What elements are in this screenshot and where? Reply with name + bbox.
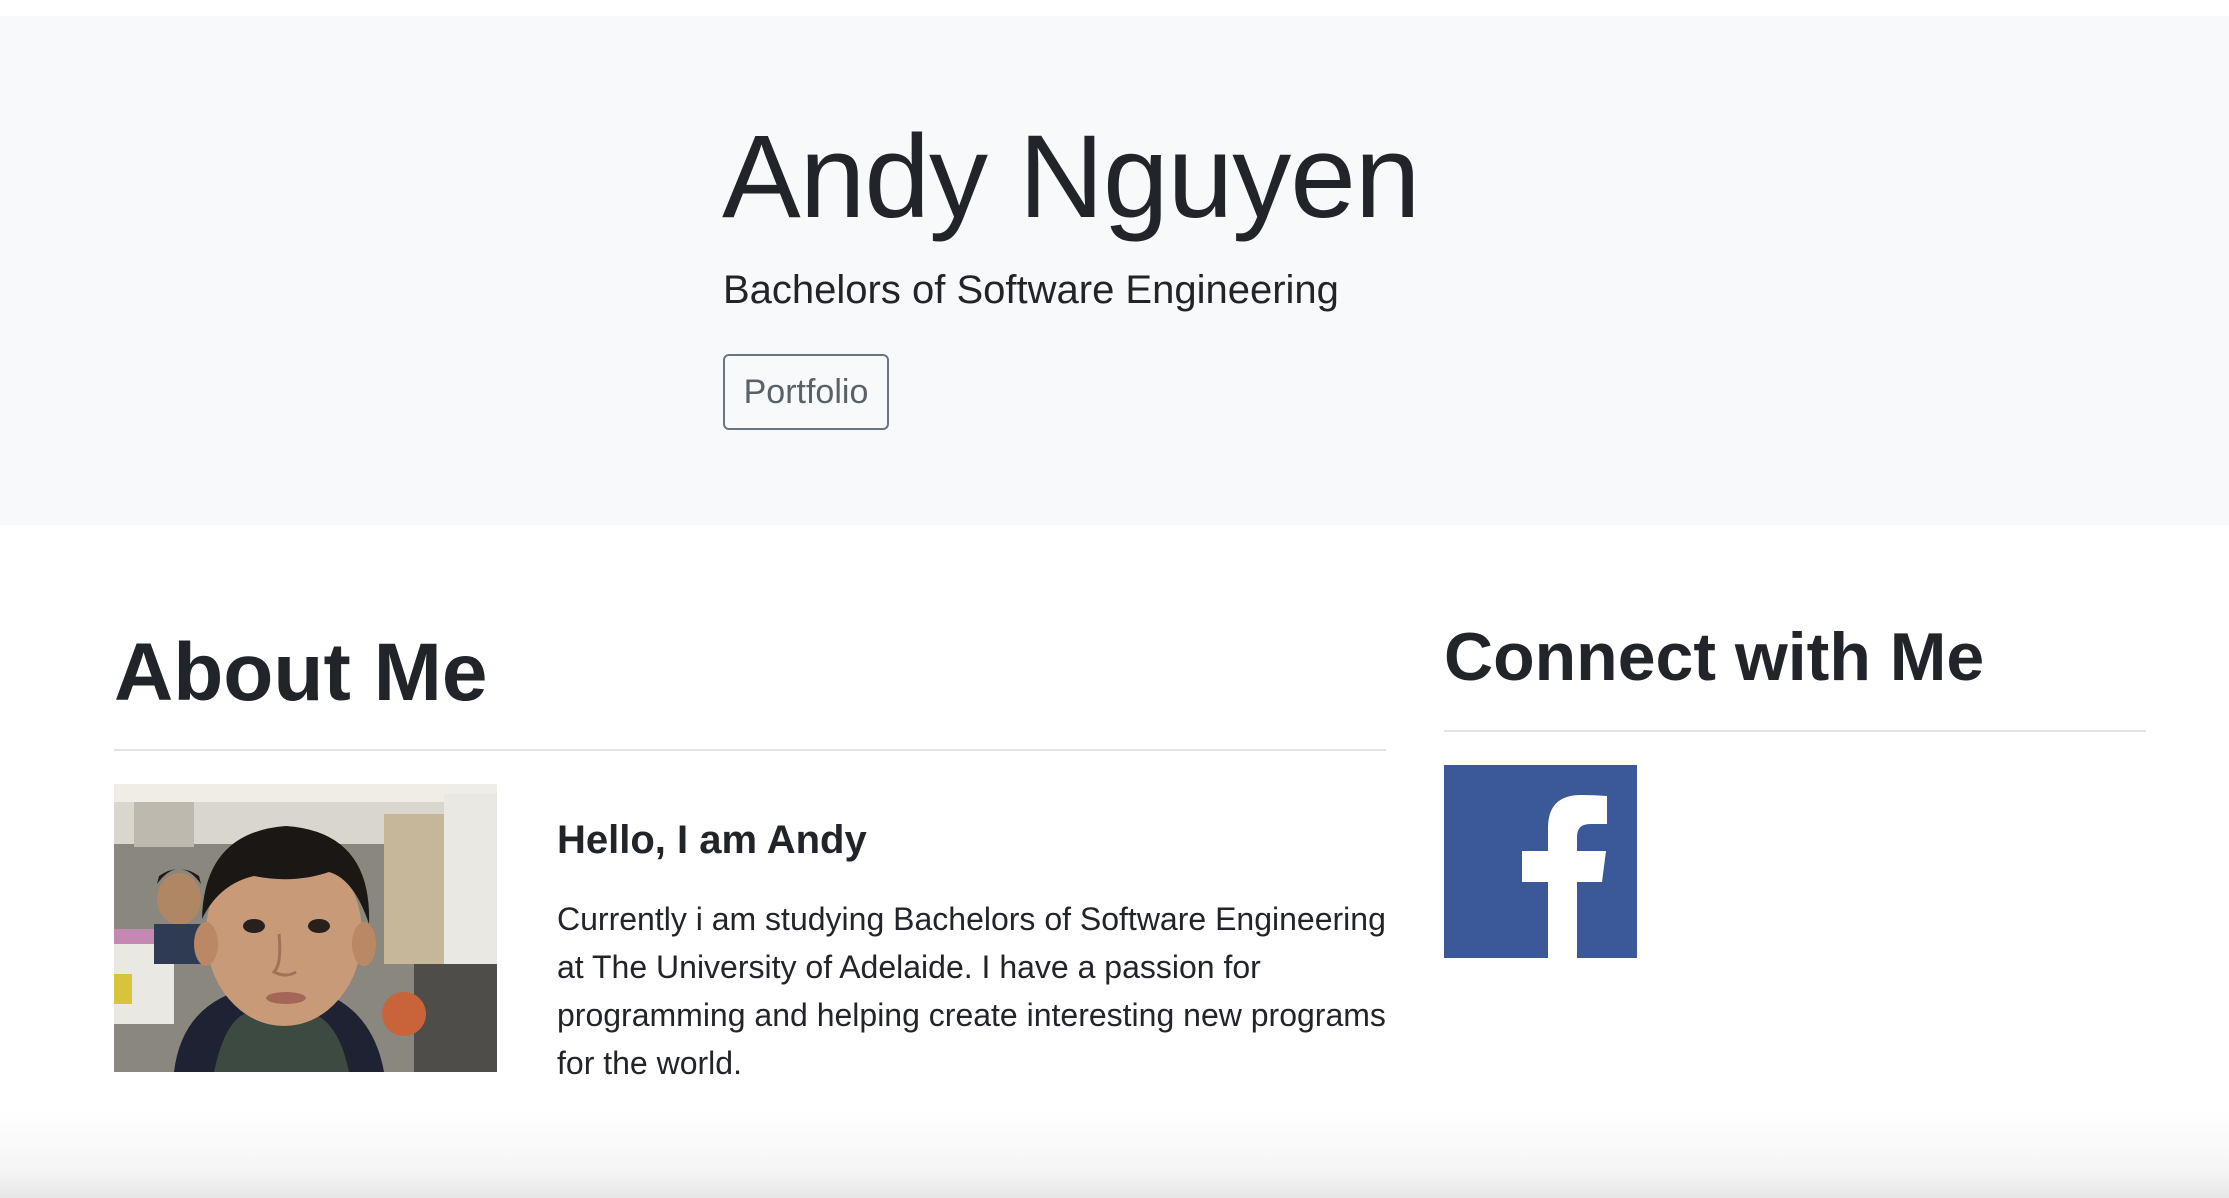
hero-title: Andy Nguyen [722, 111, 1420, 243]
connect-divider [1444, 730, 2146, 732]
about-divider [114, 749, 1386, 751]
portfolio-button[interactable]: Portfolio [723, 354, 889, 430]
about-greeting: Hello, I am Andy [557, 818, 867, 862]
about-description: Currently i am studying Bachelors of Sof… [557, 901, 1386, 1081]
about-heading: About Me [114, 627, 488, 718]
facebook-icon[interactable] [1444, 765, 1637, 958]
profile-photo [114, 784, 497, 1072]
connect-heading: Connect with Me [1444, 619, 1985, 695]
hero-subtitle: Bachelors of Software Engineering [723, 268, 1339, 312]
footer-shadow [0, 1110, 2229, 1198]
top-strip [0, 0, 2229, 16]
